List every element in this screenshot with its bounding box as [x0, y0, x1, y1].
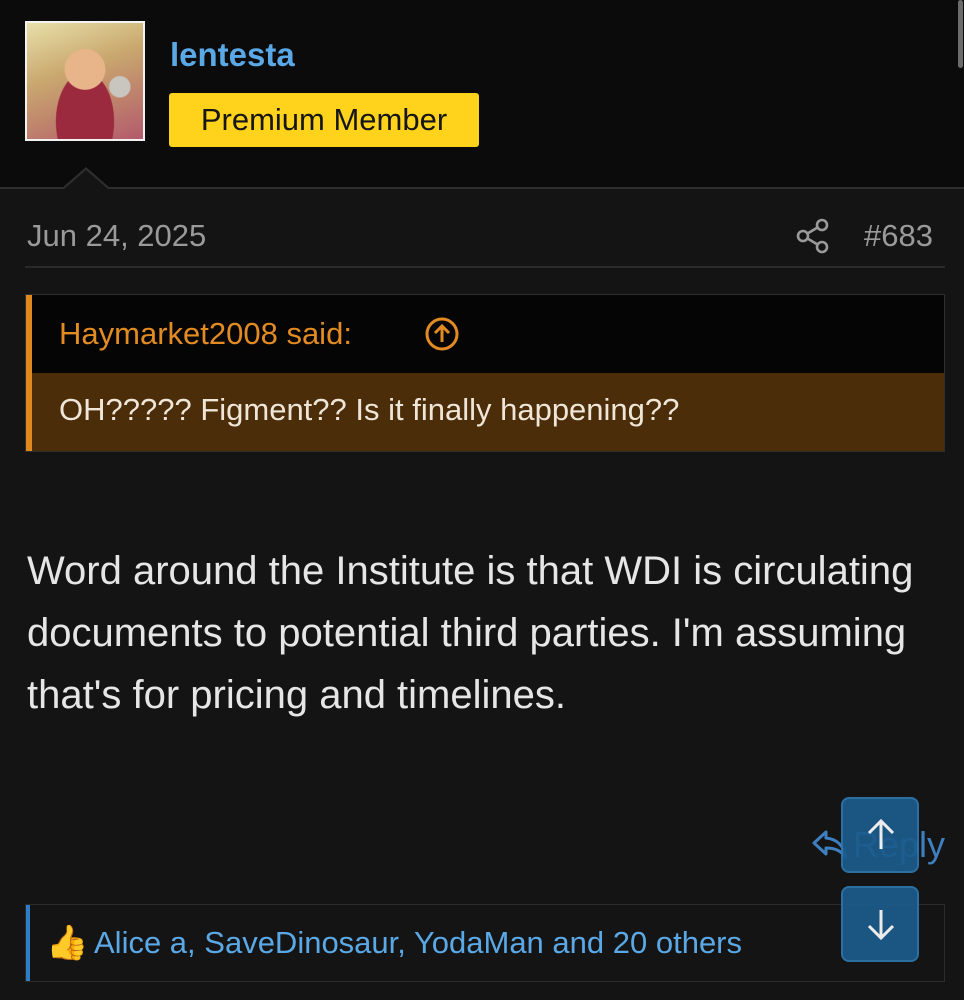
post-date[interactable]: Jun 24, 2025 — [27, 218, 206, 254]
thumbs-up-icon: 👍 — [46, 924, 89, 962]
arrow-up-icon — [867, 818, 895, 849]
quote-text: OH????? Figment?? Is it finally happenin… — [59, 392, 680, 427]
page-scrollbar[interactable] — [958, 0, 963, 68]
forum-post-page: lentesta Premium Member Jun 24, 2025 #68… — [0, 0, 964, 1000]
post-number-link[interactable]: #683 — [864, 218, 933, 254]
quote-author-link[interactable]: Haymarket2008 said: — [59, 316, 352, 352]
post-author-block: lentesta Premium Member — [0, 0, 964, 188]
arrow-up-circle-icon[interactable] — [425, 317, 459, 351]
meta-divider — [25, 266, 945, 268]
quote-body: OH????? Figment?? Is it finally happenin… — [32, 373, 944, 451]
username-link[interactable]: lentesta — [170, 36, 295, 74]
reactions-accent-bar — [26, 905, 30, 981]
scroll-to-top-button[interactable] — [841, 797, 919, 873]
author-pointer-fill — [64, 170, 108, 189]
quote-block: Haymarket2008 said: OH????? Figment?? Is… — [25, 294, 945, 452]
scroll-to-bottom-button[interactable] — [841, 886, 919, 962]
arrow-down-icon — [867, 910, 895, 941]
message-body: Word around the Institute is that WDI is… — [27, 549, 914, 717]
share-icon[interactable] — [796, 218, 830, 254]
reactions-list-link[interactable]: Alice a, SaveDinosaur, YodaMan and 20 ot… — [94, 925, 742, 961]
avatar[interactable] — [25, 21, 145, 141]
reactions-bar: 👍 Alice a, SaveDinosaur, YodaMan and 20 … — [25, 904, 945, 982]
member-badge: Premium Member — [169, 93, 479, 147]
quote-header: Haymarket2008 said: — [32, 295, 944, 373]
header-divider — [0, 187, 964, 189]
